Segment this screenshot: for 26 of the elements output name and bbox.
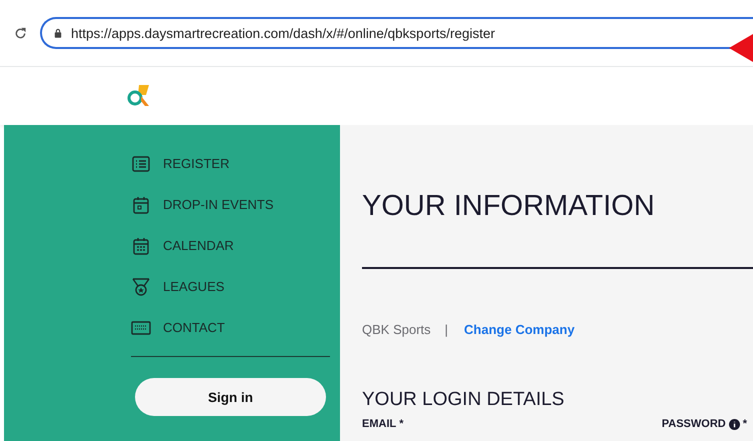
- medal-icon: [131, 278, 151, 296]
- sidebar-item[interactable]: REGISTER: [131, 143, 340, 184]
- sidebar-item[interactable]: LEAGUES: [131, 266, 340, 307]
- sign-in-button[interactable]: Sign in: [135, 378, 326, 416]
- required-mark: *: [742, 418, 747, 430]
- page-title: YOUR INFORMATION: [362, 189, 656, 223]
- address-bar[interactable]: https://apps.daysmartrecreation.com/dash/x/#/online/qbksports/register: [40, 17, 753, 49]
- sidebar-item[interactable]: DROP-IN EVENTS: [131, 184, 340, 225]
- field-label: EMAIL: [362, 418, 396, 430]
- field-label: PASSWORD: [662, 418, 726, 430]
- lock-icon: [54, 28, 62, 38]
- pointer-arrow-icon: [729, 34, 753, 62]
- required-mark: *: [399, 418, 404, 430]
- section-title: YOUR LOGIN DETAILS: [362, 389, 566, 411]
- sidebar-item[interactable]: CALENDAR: [131, 225, 340, 266]
- calendar-icon: [131, 196, 151, 214]
- reload-icon[interactable]: [14, 26, 27, 40]
- sidebar-item[interactable]: CONTACT: [131, 307, 340, 348]
- keyboard-icon: [131, 320, 151, 334]
- list-icon: [131, 156, 151, 172]
- separator: |: [444, 322, 448, 337]
- company-name: QBK Sports: [362, 322, 431, 337]
- calendar-icon: [131, 236, 151, 254]
- url-text: https://apps.daysmartrecreation.com/dash/x/#/online/qbksports/register: [71, 26, 495, 40]
- info-icon[interactable]: [728, 418, 740, 430]
- change-company-link[interactable]: Change Company: [464, 322, 575, 337]
